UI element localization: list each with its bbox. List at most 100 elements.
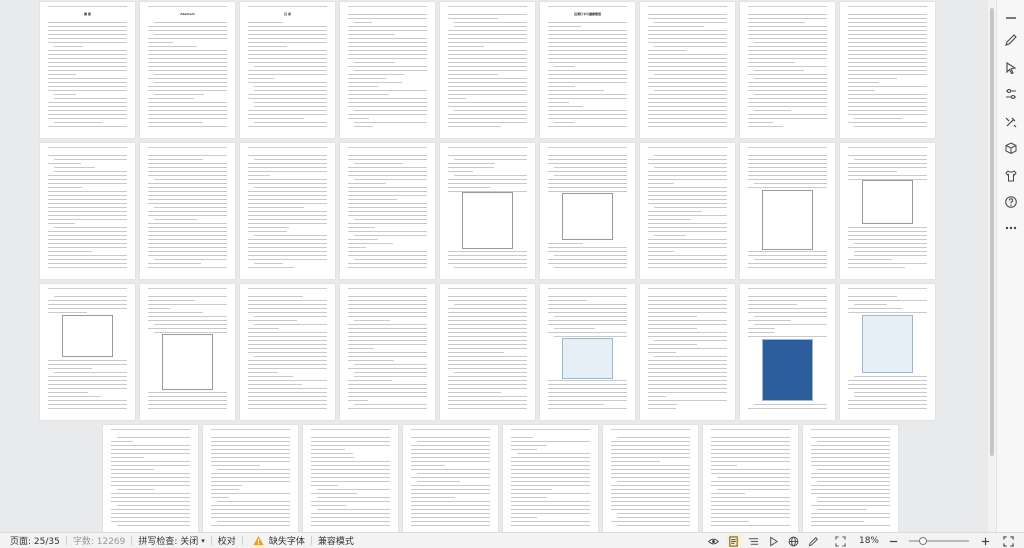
text-line — [454, 26, 527, 27]
fit-icon[interactable] — [834, 534, 848, 548]
document-page-thumbnail[interactable] — [640, 143, 735, 279]
document-page-thumbnail[interactable] — [140, 284, 235, 420]
document-page-thumbnail[interactable] — [340, 143, 435, 279]
document-page-thumbnail[interactable] — [740, 2, 835, 138]
cube-icon[interactable] — [1003, 140, 1019, 156]
text-line — [648, 231, 727, 232]
more-icon[interactable] — [1003, 220, 1019, 236]
text-line — [248, 364, 327, 365]
document-page-thumbnail[interactable] — [603, 425, 698, 532]
settings-sliders-icon[interactable] — [1003, 86, 1019, 102]
text-line — [411, 469, 490, 470]
text-line — [648, 259, 727, 260]
document-page-thumbnail[interactable]: 摘 要 — [40, 2, 135, 138]
pen-icon[interactable] — [1003, 32, 1019, 48]
document-page-thumbnail[interactable] — [540, 143, 635, 279]
fullscreen-icon[interactable] — [1001, 534, 1015, 548]
proofread-button[interactable]: 校对 — [218, 533, 236, 548]
document-page-thumbnail[interactable] — [140, 143, 235, 279]
document-page-thumbnail[interactable] — [840, 284, 935, 420]
text-line — [254, 324, 327, 325]
document-page-thumbnail[interactable] — [440, 143, 535, 279]
spell-check-toggle[interactable]: 拼写检查: 关闭 ▾ — [138, 533, 204, 548]
text-line — [848, 78, 898, 79]
document-canvas[interactable]: 摘 要 Abstract 目 录 自测打卡与健康管理 — [0, 0, 988, 532]
document-page-thumbnail[interactable] — [203, 425, 298, 532]
tools-icon[interactable] — [1003, 114, 1019, 130]
globe-icon[interactable] — [787, 534, 801, 548]
document-page-thumbnail[interactable] — [40, 284, 135, 420]
word-count[interactable]: 字数: 12269 — [73, 533, 126, 548]
text-line — [211, 509, 290, 510]
document-page-thumbnail[interactable] — [440, 284, 535, 420]
text-line — [648, 388, 727, 389]
zoom-slider[interactable] — [909, 537, 969, 545]
text-line — [811, 485, 890, 486]
outline-icon[interactable] — [747, 534, 761, 548]
text-line — [148, 62, 227, 63]
text-line — [648, 328, 697, 329]
minus-icon[interactable] — [1003, 10, 1019, 26]
text-line — [311, 449, 345, 450]
text-line — [348, 34, 396, 35]
text-line — [611, 457, 690, 458]
text-line — [711, 493, 746, 494]
document-page-thumbnail[interactable]: 目 录 — [240, 2, 335, 138]
document-page-thumbnail[interactable] — [340, 284, 435, 420]
text-line — [311, 473, 390, 474]
document-page-thumbnail[interactable] — [640, 2, 735, 138]
scrollbar-thumb[interactable] — [990, 8, 994, 456]
help-icon[interactable] — [1003, 194, 1019, 210]
text-line — [548, 392, 627, 393]
document-page-thumbnail[interactable] — [840, 2, 935, 138]
text-line — [548, 183, 627, 184]
document-page-thumbnail[interactable] — [340, 2, 435, 138]
document-page-thumbnail[interactable] — [303, 425, 398, 532]
document-page-thumbnail[interactable] — [103, 425, 198, 532]
document-page-thumbnail[interactable] — [540, 284, 635, 420]
text-line — [448, 167, 495, 168]
edit-icon[interactable] — [807, 534, 821, 548]
document-page-thumbnail[interactable] — [240, 284, 335, 420]
document-page-thumbnail[interactable] — [440, 2, 535, 138]
document-page-thumbnail[interactable] — [803, 425, 898, 532]
document-page-thumbnail[interactable] — [740, 284, 835, 420]
document-page-thumbnail[interactable] — [403, 425, 498, 532]
missing-font-button[interactable]: 缺失字体 — [249, 533, 305, 548]
text-line — [48, 78, 127, 79]
page-indicator[interactable]: 页面: 25/35 — [10, 533, 60, 548]
document-page-thumbnail[interactable]: 自测打卡与健康管理 — [540, 2, 635, 138]
text-line — [311, 481, 390, 482]
text-line — [554, 175, 627, 176]
document-page-thumbnail[interactable] — [740, 143, 835, 279]
text-line — [348, 38, 427, 39]
document-page-thumbnail[interactable] — [40, 143, 135, 279]
document-page-thumbnail[interactable] — [840, 143, 935, 279]
eye-icon[interactable] — [707, 534, 721, 548]
vertical-scrollbar[interactable] — [988, 0, 996, 532]
text-line — [511, 501, 590, 502]
text-line — [748, 263, 827, 264]
page-view-icon[interactable] — [726, 534, 741, 548]
zoom-out-minus-icon[interactable] — [886, 534, 900, 548]
text-line — [48, 58, 127, 59]
zoom-slider-knob[interactable] — [919, 537, 927, 545]
text-line — [48, 388, 127, 389]
text-line — [348, 344, 427, 345]
text-line — [454, 159, 527, 160]
document-page-thumbnail[interactable] — [240, 143, 335, 279]
zoom-in-plus-icon[interactable] — [978, 534, 992, 548]
text-line — [348, 384, 427, 385]
text-line — [611, 497, 690, 498]
zoom-level[interactable]: 18% — [859, 533, 879, 548]
document-page-thumbnail[interactable] — [640, 284, 735, 420]
text-line — [648, 179, 727, 180]
text-line — [48, 211, 127, 212]
shirt-icon[interactable] — [1003, 168, 1019, 184]
document-page-thumbnail[interactable] — [503, 425, 598, 532]
document-page-thumbnail[interactable] — [703, 425, 798, 532]
cursor-icon[interactable] — [1003, 60, 1019, 76]
text-line — [254, 235, 327, 236]
document-page-thumbnail[interactable]: Abstract — [140, 2, 235, 138]
play-icon[interactable] — [767, 534, 781, 548]
